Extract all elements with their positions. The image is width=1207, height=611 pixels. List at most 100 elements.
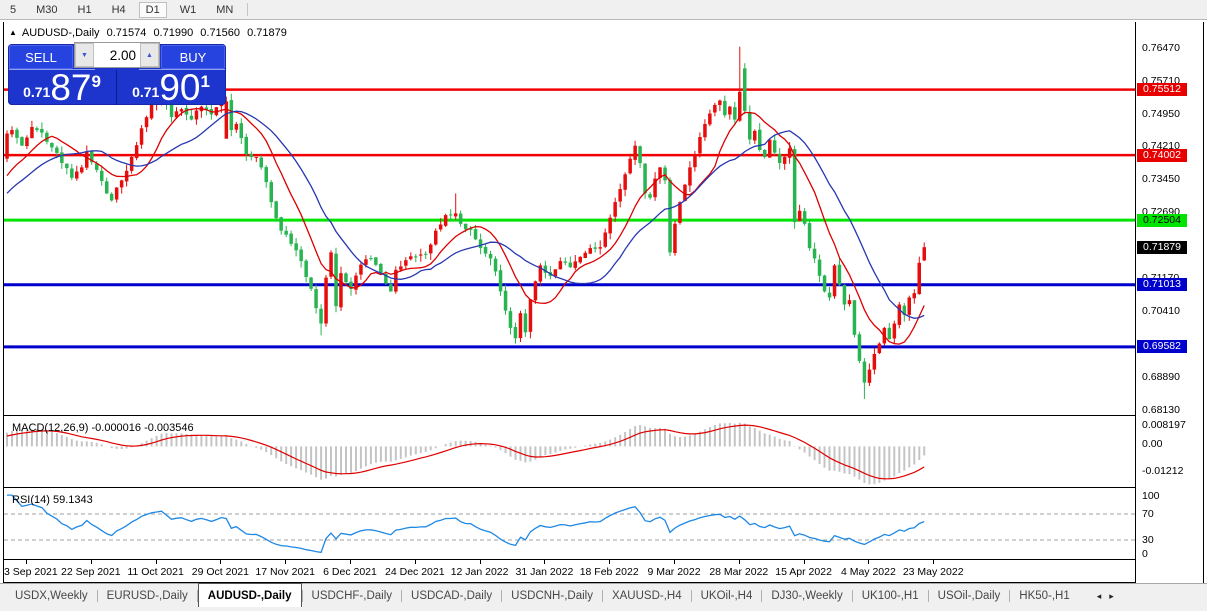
price-axis-tick: 0.68130 (1142, 403, 1180, 416)
one-click-trade-panel: SELL ▼ ▲ BUY 0.71879 0.71901 (8, 42, 226, 108)
chart-tab-usdcnh-daily[interactable]: USDCNH-,Daily (502, 584, 602, 608)
date-tick (90, 560, 92, 564)
date-tick (155, 560, 157, 564)
volume-input[interactable] (94, 43, 140, 67)
rsi-axis-tick: 0 (1142, 548, 1148, 560)
status-strip (0, 607, 1207, 611)
macd-axis-tick: 0.008197 (1142, 419, 1186, 431)
macd-axis-tick: 0.00 (1142, 438, 1163, 450)
rsi-canvas[interactable] (4, 491, 1135, 559)
macd-pane[interactable]: MACD(12,26,9) -0.000016 -0.003546 (4, 419, 1135, 487)
chart-tab-usdchf-daily[interactable]: USDCHF-,Daily (303, 584, 402, 608)
tabs-scroll-left-icon[interactable]: ◂ (1093, 591, 1106, 602)
volume-decrease-button[interactable]: ▼ (75, 43, 94, 67)
date-label: 17 Nov 2021 (255, 566, 315, 578)
ohlc-open: 0.71574 (106, 27, 147, 39)
ohlc-low: 0.71560 (200, 27, 241, 39)
date-label: 22 Sep 2021 (61, 566, 121, 578)
macd-label: MACD(12,26,9) -0.000016 -0.003546 (12, 422, 194, 434)
price-axis-tick: 0.68890 (1142, 370, 1180, 383)
volume-increase-button[interactable]: ▲ (140, 43, 159, 67)
price-axis-tick: 0.76470 (1142, 42, 1180, 54)
volume-stepper: ▼ ▲ (74, 42, 160, 68)
timeframe-button-h4[interactable]: H4 (105, 2, 133, 18)
chart-expand-icon[interactable]: ▲ (9, 28, 17, 37)
price-level-badge: 0.74002 (1137, 148, 1187, 162)
timeframe-button-m30[interactable]: M30 (29, 2, 64, 18)
chart-tab-uk100-h1[interactable]: UK100-,H1 (853, 584, 928, 608)
timeframe-button-h1[interactable]: H1 (71, 2, 99, 18)
pane-border (3, 415, 1204, 416)
date-label: 24 Dec 2021 (385, 566, 445, 578)
date-label: 11 Oct 2021 (127, 566, 184, 578)
price-axis-column: 0.76470 0.75710 0.74950 0.74210 0.73450 0.726… (1136, 20, 1203, 583)
date-label: 31 Jan 2022 (515, 566, 574, 578)
buy-button[interactable]: BUY (161, 45, 225, 69)
price-axis-tick: 0.73450 (1142, 173, 1180, 186)
date-label: 4 May 2022 (840, 566, 896, 578)
date-label: 18 Feb 2022 (579, 566, 639, 578)
price-level-badge: 0.69582 (1137, 340, 1187, 354)
date-label: 28 Mar 2022 (709, 566, 769, 578)
ohlc-high: 0.71990 (153, 27, 194, 39)
date-tick (609, 560, 611, 564)
chart-tab-bar: USDX,Weekly EURUSD-,Daily AUDUSD-,Daily USD… (0, 583, 1207, 608)
timeframe-toolbar: 5 M30 H1 H4 D1 W1 MN (0, 0, 1207, 20)
price-axis-tick: 0.74950 (1142, 107, 1180, 120)
ohlc-close: 0.71879 (247, 27, 287, 39)
date-tick (933, 560, 935, 564)
date-label: 9 Mar 2022 (647, 566, 701, 578)
price-level-badge: 0.71013 (1137, 278, 1187, 292)
price-level-badge: 0.71879 (1137, 240, 1187, 254)
chart-tab-usdx-weekly[interactable]: USDX,Weekly (6, 584, 97, 608)
timeframe-button-mn[interactable]: MN (209, 2, 240, 18)
chart-tab-dj30-weekly[interactable]: DJ30-,Weekly (762, 584, 851, 608)
date-tick (544, 560, 546, 564)
chart-tab-usdcad-daily[interactable]: USDCAD-,Daily (402, 584, 501, 608)
price-axis-tick: 0.70410 (1142, 305, 1180, 317)
rsi-axis-tick: 100 (1142, 490, 1160, 502)
date-tick (220, 560, 222, 564)
macd-axis-tick: -0.01212 (1142, 465, 1184, 477)
bid-price: 0.71 87 9 (8, 69, 117, 106)
date-tick (674, 560, 675, 564)
timeframe-button-d1[interactable]: D1 (138, 1, 167, 18)
rsi-pane[interactable]: RSI(14) 59.1343 (4, 491, 1135, 559)
chart-tab-hk50-h1[interactable]: HK50-,H1 (1010, 584, 1079, 608)
price-level-badge: 0.72504 (1137, 213, 1187, 227)
date-tick (26, 560, 27, 564)
pane-border (3, 487, 1204, 488)
date-tick (350, 560, 351, 564)
date-tick (868, 560, 870, 564)
trading-platform-window: 5 M30 H1 H4 D1 W1 MN ▲ AUDUSD-,Daily 0.71574 0.… (0, 0, 1207, 611)
date-label: 15 Apr 2022 (775, 566, 832, 578)
chart-tab-xauusd-h4[interactable]: XAUUSD-,H4 (603, 584, 691, 608)
toolbar-separator (247, 3, 249, 16)
rsi-label: RSI(14) 59.1343 (12, 494, 93, 506)
date-tick (803, 560, 805, 564)
chart-header: ▲ AUDUSD-,Daily 0.71574 0.71990 0.71560 0… (9, 27, 291, 39)
date-tick (479, 560, 481, 564)
ask-price: 0.71 90 1 (132, 67, 210, 108)
date-tick (285, 560, 287, 564)
price-level-badge: 0.75512 (1137, 83, 1187, 97)
timeframe-button-5[interactable]: 5 (3, 2, 23, 18)
chart-tab-eurusd-daily[interactable]: EURUSD-,Daily (98, 584, 197, 608)
date-label: 3 Sep 2021 (4, 566, 58, 578)
rsi-axis-tick: 30 (1142, 534, 1154, 546)
date-label: 12 Jan 2022 (450, 566, 509, 578)
chart-tab-usoil-daily[interactable]: USOil-,Daily (929, 584, 1010, 608)
date-label: 29 Oct 2021 (191, 566, 249, 578)
date-axis: 3 Sep 2021 22 Sep 2021 11 Oct 2021 29 Oct 2… (4, 560, 1135, 582)
chart-tab-audusd-daily[interactable]: AUDUSD-,Daily (197, 583, 302, 608)
chart-symbol-label: AUDUSD-,Daily (21, 27, 100, 39)
date-label: 6 Dec 2021 (323, 566, 377, 578)
sell-button[interactable]: SELL (9, 45, 73, 69)
chart-tab-ukoil-h4[interactable]: UKOil-,H4 (692, 584, 762, 608)
rsi-axis-tick: 70 (1142, 508, 1154, 520)
tabs-scroll-right-icon[interactable]: ▸ (1105, 591, 1118, 602)
date-tick (738, 560, 740, 564)
date-label: 23 May 2022 (902, 566, 964, 578)
date-tick (414, 560, 416, 564)
timeframe-button-w1[interactable]: W1 (173, 2, 204, 18)
